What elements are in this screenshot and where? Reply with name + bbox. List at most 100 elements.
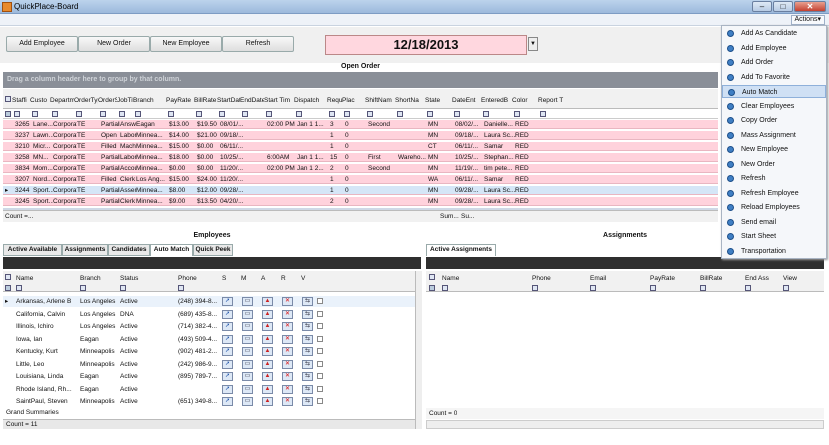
table-row[interactable]: 3834Mom...CorporateTE Partially...Account… — [3, 164, 718, 173]
alert-icon[interactable]: ▲ — [262, 347, 273, 356]
filter-icon[interactable] — [100, 111, 106, 117]
alert-icon[interactable]: ▲ — [262, 359, 273, 369]
assign-icon[interactable]: ⇆ — [302, 334, 313, 344]
remove-icon[interactable]: ✕ — [282, 384, 293, 394]
memo-icon[interactable]: ▭ — [242, 297, 253, 306]
memo-icon[interactable]: ▭ — [242, 397, 253, 406]
list-item[interactable]: California, Calvin Los Angeles DNA (689) 43… — [3, 309, 415, 320]
table-row[interactable]: 3210Micr...CorporateTE FilledMachinistMin… — [3, 142, 718, 151]
alert-icon[interactable]: ▲ — [262, 334, 273, 344]
row-checkbox[interactable] — [317, 373, 323, 379]
open-order-col-header[interactable]: Plac — [342, 96, 365, 105]
assign-icon[interactable]: ⇆ — [302, 384, 313, 394]
memo-icon[interactable]: ▭ — [242, 384, 253, 394]
row-checkbox[interactable] — [317, 310, 323, 317]
select-icon[interactable]: ➚ — [222, 372, 233, 381]
table-row[interactable]: 3258MN... CorporateTE Partially...LaborMin… — [3, 153, 718, 162]
filter-icon[interactable] — [119, 111, 125, 117]
open-order-col-header[interactable]: StartDat — [217, 96, 240, 105]
list-item[interactable]: SaintPaul, Steven Minneapolis Active (651) … — [3, 396, 415, 407]
memo-icon[interactable]: ▭ — [242, 347, 253, 356]
filter-row-icon[interactable] — [5, 285, 11, 291]
list-item[interactable]: Kentucky, Kurt Minneapolis Active (902) 481… — [3, 346, 415, 357]
open-order-col-header[interactable]: Start Tim — [264, 96, 294, 105]
menu-item-refresh-employee[interactable]: Refresh Employee — [722, 187, 826, 200]
minimize-button[interactable]: – — [752, 1, 772, 12]
list-item[interactable]: ▸ Arkansas, Arlene B Los Angeles Active (248… — [3, 296, 415, 307]
assign-icon[interactable]: ⇆ — [302, 297, 313, 306]
employee-col-header[interactable]: Branch — [80, 274, 120, 283]
employee-col-header[interactable]: R — [281, 274, 291, 283]
open-order-col-header[interactable]: Color — [512, 96, 538, 105]
assignment-col-header[interactable]: BillRate — [700, 274, 745, 283]
menu-item-start-sheet[interactable]: Start Sheet — [722, 230, 826, 243]
open-order-col-header[interactable]: EnteredB — [481, 96, 512, 105]
alert-icon[interactable]: ▲ — [262, 397, 273, 406]
menu-item-new-employee[interactable]: New Employee — [722, 143, 826, 156]
filter-icon[interactable] — [16, 285, 22, 291]
filter-row-icon[interactable] — [429, 285, 435, 291]
row-checkbox[interactable] — [317, 348, 323, 354]
menu-item-add-order[interactable]: Add Order — [722, 56, 826, 69]
menu-item-add-employee[interactable]: Add Employee — [722, 42, 826, 55]
filter-icon[interactable] — [590, 285, 596, 291]
assign-icon[interactable]: ⇆ — [302, 372, 313, 381]
assignment-col-header[interactable]: Phone — [532, 274, 577, 283]
filter-icon[interactable] — [242, 111, 248, 117]
employee-col-header[interactable]: V — [301, 274, 311, 283]
select-icon[interactable]: ➚ — [222, 297, 233, 306]
tab-candidates[interactable]: Candidates — [108, 244, 150, 256]
filter-icon[interactable] — [76, 111, 82, 117]
remove-icon[interactable]: ✕ — [282, 322, 293, 331]
filter-icon[interactable] — [178, 285, 184, 291]
select-icon[interactable]: ➚ — [222, 322, 233, 331]
open-order-col-header[interactable]: Staffi — [12, 96, 30, 105]
filter-icon[interactable] — [454, 111, 460, 117]
maximize-button[interactable]: □ — [773, 1, 793, 12]
filter-icon[interactable] — [344, 111, 350, 117]
filter-icon[interactable] — [296, 111, 302, 117]
column-chooser-icon[interactable] — [429, 274, 435, 280]
table-row[interactable]: 3265Lane...CorporateTE Partially...Answer… — [3, 120, 718, 129]
open-order-col-header[interactable]: State — [425, 96, 452, 105]
assignment-col-header[interactable]: Name — [442, 274, 487, 283]
filter-icon[interactable] — [367, 111, 373, 117]
table-row[interactable]: ▸ 3244Sport...CorporateTE Partially...Asse… — [3, 186, 718, 195]
alert-icon[interactable]: ▲ — [262, 297, 273, 306]
alert-icon[interactable]: ▲ — [262, 384, 273, 394]
add-employee-button[interactable]: Add Employee — [6, 36, 78, 52]
open-order-col-header[interactable]: EndDate — [240, 96, 264, 105]
new-employee-button[interactable]: New Employee — [150, 36, 222, 52]
filter-icon[interactable] — [700, 285, 706, 291]
employees-scrollbar[interactable] — [415, 271, 422, 429]
alert-icon[interactable]: ▲ — [262, 309, 273, 319]
column-chooser-icon[interactable] — [5, 96, 11, 102]
list-item[interactable]: Little, Leo Minneapolis Active (242) 986-9.… — [3, 359, 415, 370]
tab-active-available[interactable]: Active Available — [3, 244, 62, 256]
open-order-col-header[interactable]: Report T — [538, 96, 578, 105]
tab-assignments[interactable]: Assignments — [62, 244, 108, 256]
employee-col-header[interactable]: Phone — [178, 274, 218, 283]
row-checkbox[interactable] — [317, 398, 323, 404]
employee-col-header[interactable]: A — [261, 274, 271, 283]
table-row[interactable]: 3207Nord...CorporateTE FilledClerkLos Ang… — [3, 175, 718, 184]
assignment-col-header[interactable]: PayRate — [650, 274, 695, 283]
menu-item-refresh[interactable]: Refresh — [722, 172, 826, 185]
filter-icon[interactable] — [783, 285, 789, 291]
open-order-col-header[interactable]: DateEnt — [452, 96, 481, 105]
menu-item-add-to-favorite[interactable]: Add To Favorite — [722, 71, 826, 84]
filter-icon[interactable] — [52, 111, 58, 117]
row-checkbox[interactable] — [317, 335, 323, 342]
table-row[interactable]: 3237Lawn...CorporateTE OpenLaborMinnea...… — [3, 131, 718, 140]
select-icon[interactable]: ➚ — [222, 347, 233, 356]
remove-icon[interactable]: ✕ — [282, 359, 293, 369]
table-row[interactable]: 3245Sport...CorporateTE Partially...Clerk… — [3, 197, 718, 206]
open-order-col-header[interactable]: Requi — [327, 96, 342, 105]
select-icon[interactable]: ➚ — [222, 334, 233, 344]
filter-icon[interactable] — [32, 111, 38, 117]
filter-icon[interactable] — [329, 111, 335, 117]
refresh-button[interactable]: Refresh — [222, 36, 294, 52]
assign-icon[interactable]: ⇆ — [302, 347, 313, 356]
filter-icon[interactable] — [745, 285, 751, 291]
menu-item-copy-order[interactable]: Copy Order — [722, 114, 826, 127]
